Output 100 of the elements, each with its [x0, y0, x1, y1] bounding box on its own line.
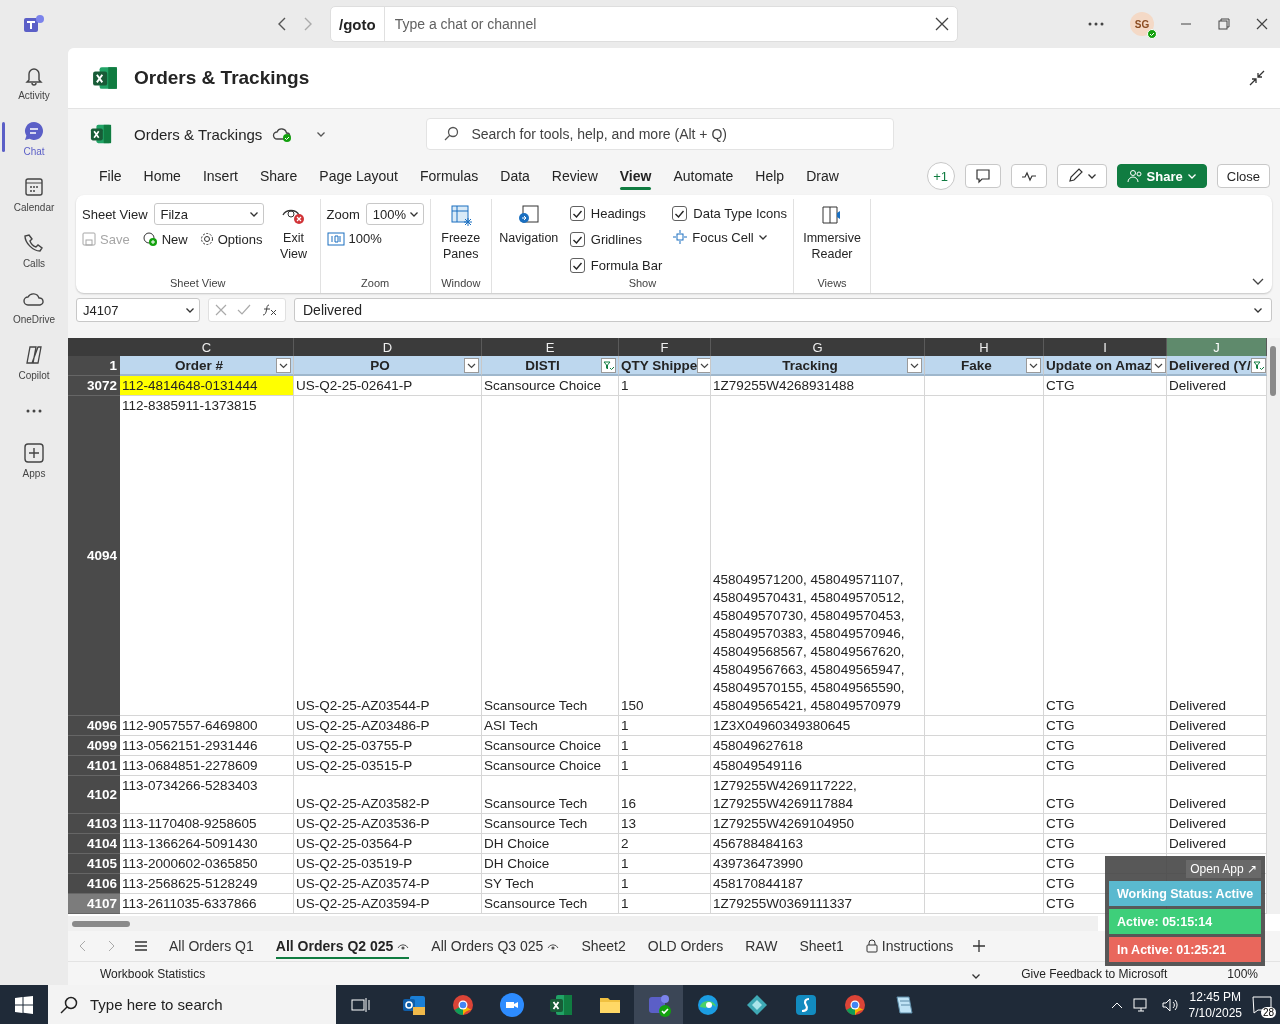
function-icon[interactable] — [261, 303, 279, 317]
filter-button[interactable] — [276, 357, 291, 373]
options-button[interactable]: Options — [199, 231, 263, 247]
filter-button[interactable] — [907, 357, 922, 373]
start-icon[interactable] — [15, 995, 33, 1014]
menu-tab[interactable]: Formulas — [408, 162, 490, 190]
checkbox[interactable] — [569, 205, 585, 221]
row-number[interactable]: 4096 — [68, 716, 120, 736]
new-button[interactable]: New — [141, 231, 188, 247]
activity-button[interactable] — [1010, 164, 1047, 188]
row-number[interactable]: 3072 — [68, 376, 120, 396]
row-number[interactable]: 4103 — [68, 814, 120, 834]
menu-tab[interactable]: Draw — [795, 162, 850, 190]
sidebar-item[interactable]: Apps — [0, 432, 68, 488]
share-button[interactable]: Share — [1116, 164, 1207, 188]
clear-icon[interactable] — [935, 17, 949, 31]
sheet-tab[interactable]: RAW — [736, 933, 787, 959]
exit-view-button[interactable]: Exit View — [273, 203, 314, 263]
column-header[interactable]: J — [1167, 338, 1267, 356]
search-input[interactable]: Search for tools, help, and more (Alt + Q) — [469, 125, 894, 143]
open-app-button[interactable]: Open App ↗ — [1186, 860, 1261, 878]
checkbox[interactable] — [569, 257, 585, 273]
row-number[interactable]: 4099 — [68, 736, 120, 756]
filter-button[interactable] — [601, 357, 616, 373]
sheet-tab[interactable]: All Orders Q1 — [160, 933, 263, 959]
menu-tab[interactable]: Page Layout — [308, 162, 409, 190]
command-field[interactable]: /goto Type a chat or channel — [330, 6, 958, 42]
row-number[interactable]: 1 — [68, 356, 120, 376]
gear-icon — [199, 232, 214, 246]
sheet-view-dropdown[interactable]: Filza — [153, 203, 264, 225]
close-button[interactable]: Close — [1216, 164, 1270, 188]
checkbox[interactable] — [569, 231, 585, 247]
feedback-link[interactable]: Give Feedback to Microsoft — [1021, 967, 1168, 981]
horizontal-scrollbar[interactable] — [68, 916, 1098, 931]
row-number[interactable]: 4101 — [68, 756, 120, 776]
presence-count[interactable]: +1 — [926, 162, 955, 190]
formula-field[interactable]: Delivered — [294, 298, 1272, 322]
taskbar-search-field[interactable]: Type here to search — [48, 985, 336, 1024]
zoom-reset-button[interactable]: 100% — [326, 231, 424, 246]
back-icon[interactable] — [276, 17, 288, 31]
close-icon[interactable] — [1256, 18, 1268, 30]
add-sheet-icon[interactable] — [972, 939, 987, 953]
menu-tab[interactable]: Help — [744, 162, 796, 190]
filter-button[interactable] — [464, 357, 479, 373]
row-number[interactable]: 4106 — [68, 874, 120, 894]
sheet-tab[interactable]: OLD Orders — [638, 933, 733, 959]
immersive-reader-button[interactable]: Immersive Reader — [800, 203, 864, 263]
filter-button[interactable] — [1250, 357, 1266, 373]
sidebar-item[interactable]: Chat — [0, 110, 68, 166]
more-icon[interactable] — [1088, 22, 1104, 26]
menu-tab[interactable]: View — [608, 162, 663, 190]
navigation-button[interactable]: Navigation — [497, 203, 560, 247]
row-number[interactable]: 4104 — [68, 834, 120, 854]
workbook-name[interactable]: Orders & Trackings — [134, 125, 263, 143]
name-box[interactable]: J4107 — [76, 298, 200, 322]
tray-chevron-icon[interactable] — [1110, 1000, 1123, 1009]
menu-tab[interactable]: File — [88, 162, 133, 190]
freeze-panes-button[interactable]: Freeze Panes — [436, 203, 485, 263]
menu-tab[interactable]: Review — [540, 162, 609, 190]
menu-tab[interactable]: Insert — [191, 162, 249, 190]
menu-tab[interactable]: Automate — [662, 162, 745, 190]
menu-tab[interactable]: Data — [489, 162, 541, 190]
sidebar-item[interactable]: Calendar — [0, 166, 68, 222]
sidebar-item[interactable]: Copilot — [0, 334, 68, 390]
menu-icon[interactable] — [134, 940, 148, 952]
filter-button[interactable] — [1026, 357, 1041, 373]
sheet-tab[interactable]: All Orders Q2 025 — [266, 933, 419, 959]
menu-tab[interactable]: Home — [132, 162, 192, 190]
sheet-tab[interactable]: Sheet1 — [790, 933, 853, 959]
collapse-icon[interactable] — [1248, 69, 1266, 87]
sidebar-item[interactable]: Activity — [0, 54, 68, 110]
taskbar-search-input[interactable]: Type here to search — [88, 995, 312, 1014]
checkbox[interactable] — [672, 205, 688, 221]
row-number[interactable]: 4102 — [68, 776, 120, 814]
volume-icon[interactable] — [1160, 996, 1179, 1013]
focus-cell-button[interactable]: Focus Cell — [672, 229, 787, 245]
user-avatar[interactable]: SG — [1130, 12, 1154, 36]
filter-button[interactable] — [1151, 357, 1166, 373]
filter-button[interactable] — [697, 357, 710, 373]
restore-icon[interactable] — [1218, 18, 1230, 30]
row-number[interactable]: 4107 — [68, 894, 120, 914]
sheet-tab[interactable]: Sheet2 — [572, 933, 635, 959]
search-field[interactable]: Search for tools, help, and more (Alt + Q) — [426, 118, 895, 150]
zoom-dropdown[interactable]: 100% — [365, 203, 424, 225]
sidebar-item[interactable]: OneDrive — [0, 278, 68, 334]
row-number[interactable]: 4094 — [68, 396, 120, 716]
expand-ribbon-icon[interactable] — [1252, 277, 1264, 287]
task-view-icon[interactable] — [350, 995, 371, 1014]
vertical-scrollbar[interactable] — [1267, 338, 1280, 914]
sidebar-item[interactable]: Calls — [0, 222, 68, 278]
editing-button[interactable] — [1056, 164, 1107, 188]
comments-button[interactable] — [964, 164, 1001, 188]
status-text[interactable]: Workbook Statistics — [100, 967, 206, 981]
check-icon[interactable] — [237, 304, 251, 316]
chat-input[interactable]: Type a chat or channel — [384, 16, 935, 32]
row-number[interactable]: 4105 — [68, 854, 120, 874]
taskbar-clock[interactable]: 12:45 PM 7/10/2025 — [1188, 988, 1242, 1021]
sheet-tab[interactable]: All Orders Q3 025 — [422, 933, 569, 959]
menu-tab[interactable]: Share — [248, 162, 309, 190]
sheet-tab[interactable]: Instructions — [856, 933, 963, 959]
